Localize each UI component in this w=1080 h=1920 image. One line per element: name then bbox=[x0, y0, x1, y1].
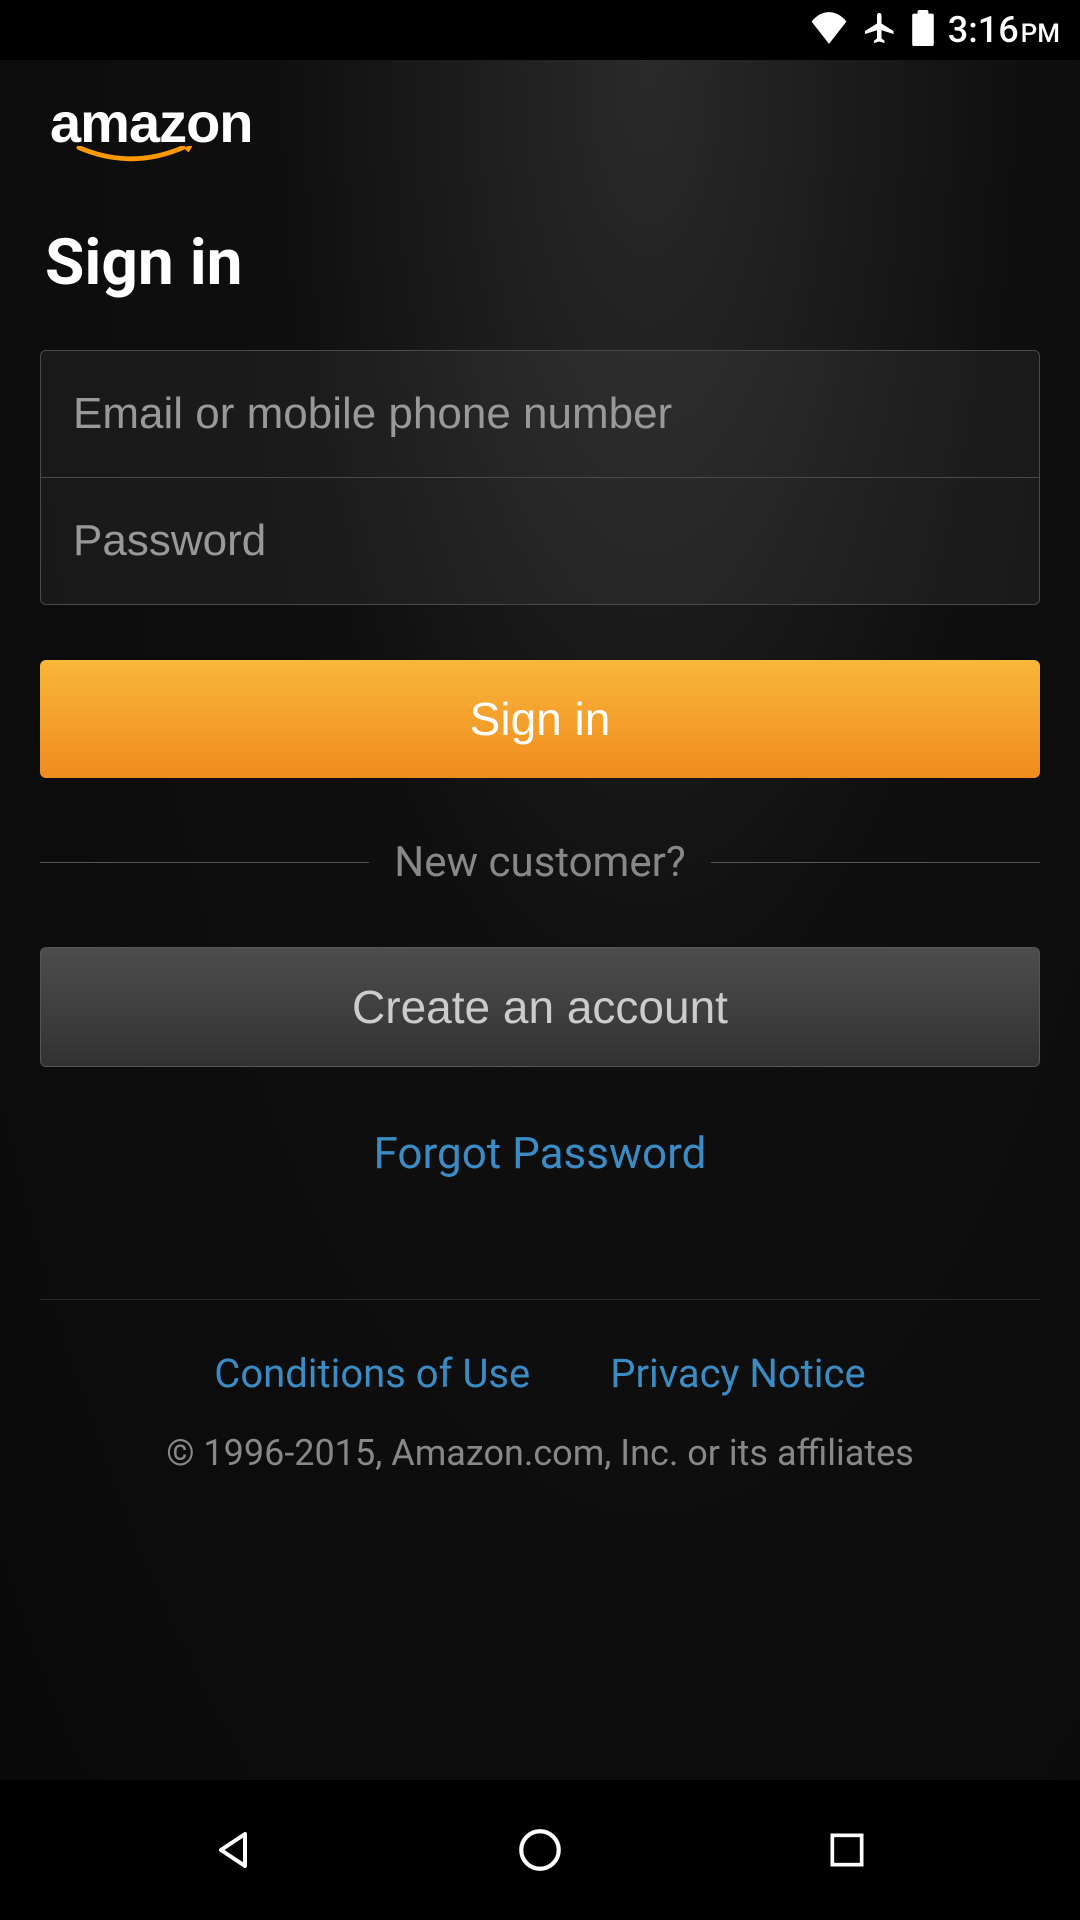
password-field[interactable] bbox=[41, 478, 1039, 604]
footer: Conditions of Use Privacy Notice © 1996-… bbox=[40, 1299, 1040, 1474]
wifi-icon bbox=[810, 12, 848, 48]
email-field[interactable] bbox=[41, 351, 1039, 478]
airplane-mode-icon bbox=[862, 10, 898, 50]
home-button[interactable] bbox=[505, 1815, 575, 1885]
forgot-password-container: Forgot Password bbox=[40, 1127, 1040, 1179]
page-title: Sign in bbox=[40, 225, 1040, 300]
status-time: 3:16PM bbox=[948, 9, 1060, 51]
forgot-password-link[interactable]: Forgot Password bbox=[374, 1127, 707, 1179]
divider-line-right bbox=[711, 862, 1040, 863]
amazon-smile-icon bbox=[60, 146, 210, 166]
new-customer-label: New customer? bbox=[369, 838, 711, 887]
copyright-text: © 1996-2015, Amazon.com, Inc. or its aff… bbox=[40, 1432, 1040, 1474]
battery-icon bbox=[912, 10, 934, 50]
conditions-link[interactable]: Conditions of Use bbox=[214, 1350, 530, 1397]
logo-area: amazon bbox=[40, 90, 1040, 170]
recent-apps-button[interactable] bbox=[812, 1815, 882, 1885]
privacy-link[interactable]: Privacy Notice bbox=[610, 1350, 865, 1397]
status-bar: 3:16PM bbox=[0, 0, 1080, 60]
create-account-button[interactable]: Create an account bbox=[40, 947, 1040, 1067]
input-group bbox=[40, 350, 1040, 605]
divider: New customer? bbox=[40, 838, 1040, 887]
footer-links: Conditions of Use Privacy Notice bbox=[40, 1350, 1040, 1397]
main-content: amazon Sign in Sign in New customer? Cre… bbox=[0, 60, 1080, 1780]
amazon-logo: amazon bbox=[50, 95, 1040, 151]
signin-button[interactable]: Sign in bbox=[40, 660, 1040, 778]
divider-line-left bbox=[40, 862, 369, 863]
back-button[interactable] bbox=[198, 1815, 268, 1885]
navigation-bar bbox=[0, 1780, 1080, 1920]
